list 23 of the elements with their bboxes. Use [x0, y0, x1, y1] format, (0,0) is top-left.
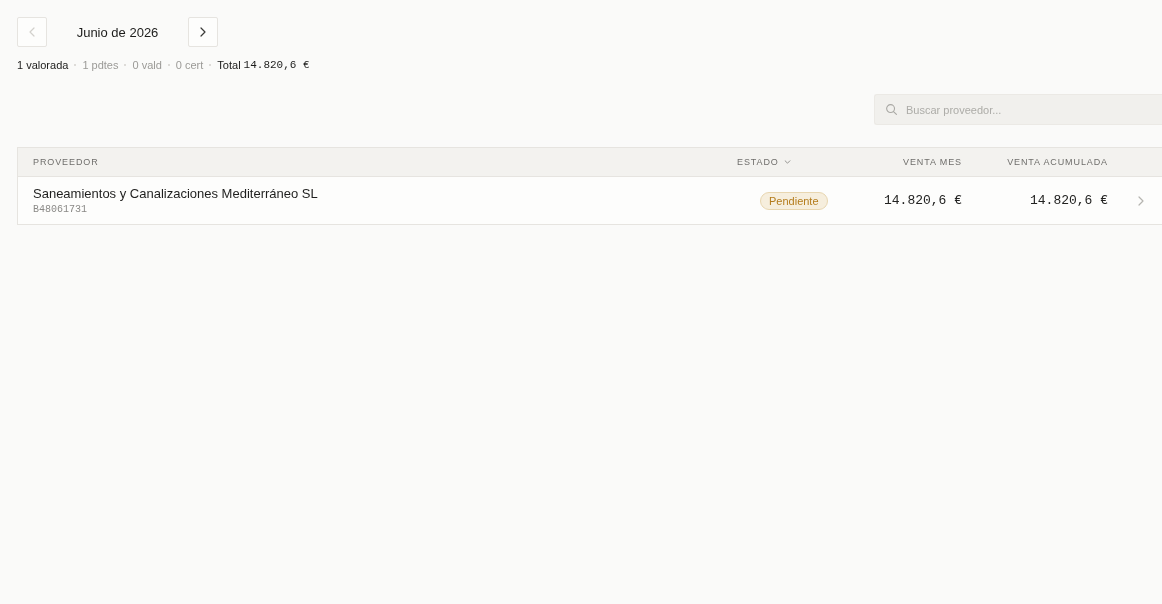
column-header-button[interactable]: ESTADO	[737, 157, 791, 167]
status-badge: Pendiente	[760, 191, 828, 210]
next-month-button[interactable]	[188, 17, 218, 47]
supplier-name: Saneamientos y Canalizaciones Mediterráneo SL	[33, 186, 319, 201]
chevron-right-icon	[200, 27, 206, 37]
chevron-right-icon	[1138, 195, 1144, 206]
summary-stat: 0 cert	[175, 59, 204, 71]
total-label: Total	[217, 59, 241, 71]
search-icon	[886, 104, 897, 115]
chevron-down-icon	[783, 160, 791, 164]
summary-stat: 0 vald	[132, 59, 162, 71]
month-title: Junio de 2026	[75, 24, 160, 40]
column-header: VENTA ACUMULADA	[1007, 157, 1108, 167]
total-value: 14.820,6 €	[243, 59, 310, 71]
amount-text: 14.820,6 €	[884, 193, 962, 208]
summary-stat: 1 pdtes	[82, 59, 119, 71]
search-field[interactable]: Buscar proveedor...	[874, 94, 1162, 125]
column-header: VENTA MES	[903, 157, 962, 167]
chevron-left-icon	[29, 27, 35, 37]
column-header: PROVEEDOR	[33, 157, 99, 167]
tax-id: B48061731	[33, 204, 88, 215]
amount-text: 14.820,6 €	[1030, 193, 1108, 208]
summary-stat: 1 valorada	[17, 59, 69, 71]
